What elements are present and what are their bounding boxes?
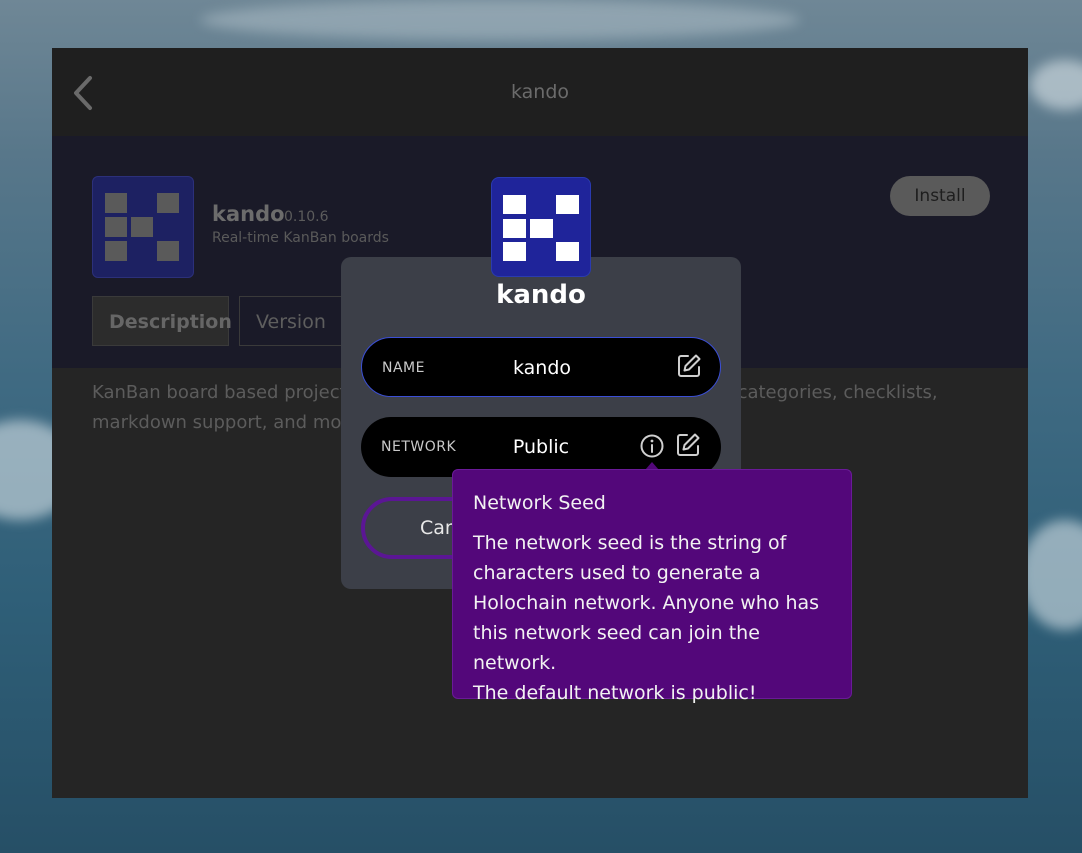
install-button[interactable]: Install (890, 176, 990, 216)
window-title: kando (510, 81, 570, 103)
tab-description[interactable]: Description (92, 296, 232, 346)
tooltip-line: The default network is public! (473, 682, 757, 704)
network-seed-tooltip: Network Seed The network seed is the str… (452, 469, 852, 704)
app-icon (92, 176, 194, 278)
tooltip-line: Holochain network. Anyone who has (473, 592, 820, 614)
tooltip-line: this network seed can join the network. (473, 622, 760, 674)
tooltip-title: Network Seed (473, 492, 606, 514)
background-cloud (1030, 60, 1082, 110)
network-field[interactable]: NETWORK Public (361, 417, 721, 477)
background-cloud (200, 0, 800, 40)
background-cloud (1020, 520, 1082, 630)
dialog-title: kando (496, 280, 586, 310)
app-name: kando (212, 202, 285, 226)
app-icon (491, 177, 591, 277)
edit-icon[interactable] (676, 353, 702, 379)
tab-version-history[interactable]: Version H (239, 296, 349, 346)
title-bar: kando (52, 48, 1028, 136)
edit-icon[interactable] (675, 432, 701, 458)
tooltip-line: characters used to generate a (473, 562, 761, 584)
name-field[interactable]: NAME kando (361, 337, 721, 397)
network-field-value: Public (512, 436, 570, 458)
description-left: KanBan board based project (92, 382, 347, 403)
tooltip-line: The network seed is the string of (473, 532, 787, 554)
tooltip-body: The network seed is the string of charac… (473, 528, 831, 708)
info-icon[interactable] (640, 434, 664, 458)
app-tagline: Real-time KanBan boards (212, 230, 389, 246)
description-line2: markdown support, and mor (92, 412, 349, 433)
name-field-value: kando (512, 357, 572, 379)
app-version: 0.10.6 (284, 209, 329, 225)
